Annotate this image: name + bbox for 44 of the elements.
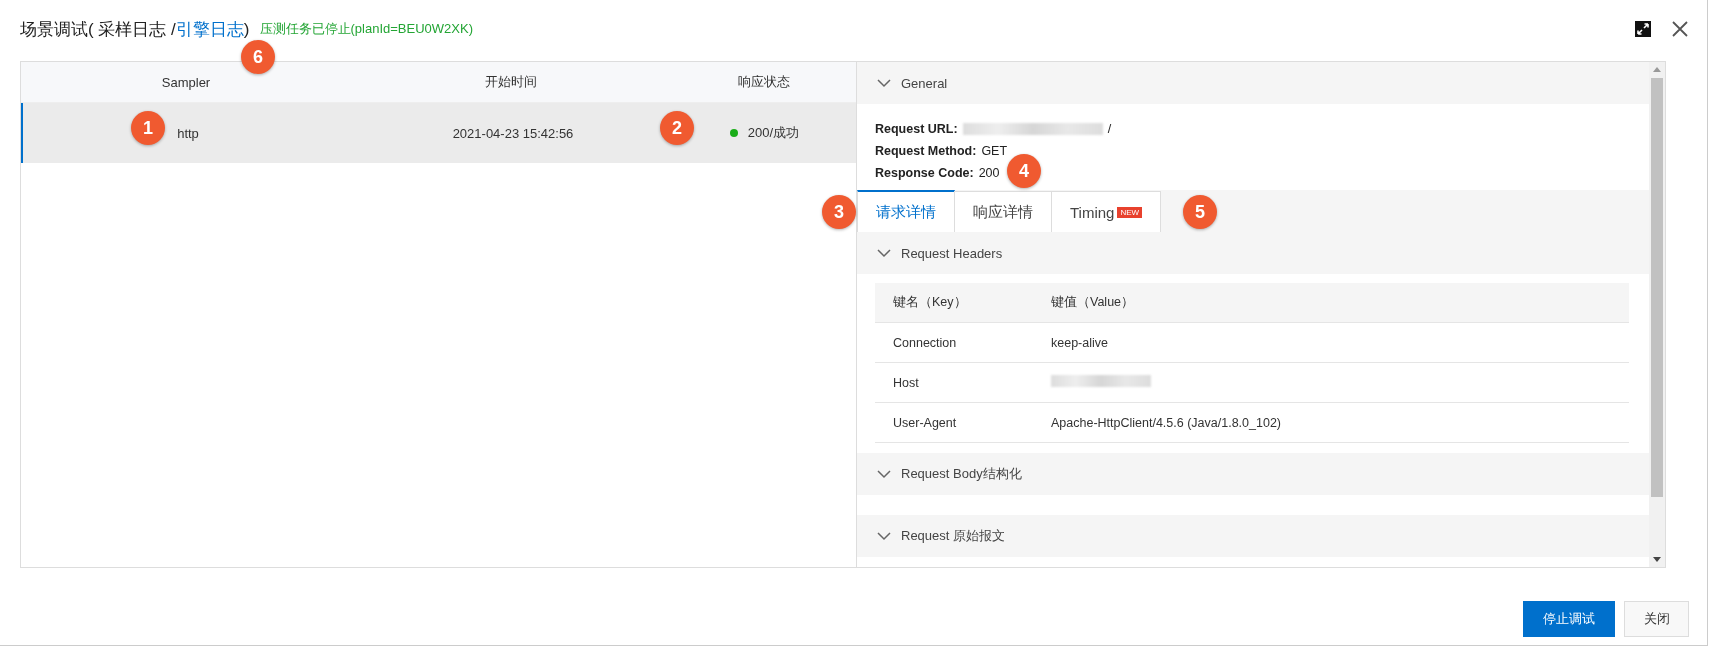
- scroll-down-icon[interactable]: [1652, 557, 1662, 563]
- column-header: 开始时间: [484, 73, 538, 91]
- task-status: 压测任务已停止(planId=BEU0W2XK): [259, 20, 473, 38]
- table-cell-text: User-Agent: [892, 415, 958, 430]
- field-value: /: [1107, 122, 1112, 136]
- field-value: 200: [978, 166, 1000, 180]
- section-title: Request 原始报文: [901, 527, 1006, 545]
- field-label: Request Method:: [875, 144, 977, 158]
- fullscreen-icon[interactable]: [1635, 21, 1651, 37]
- callout-number: 6: [241, 40, 275, 74]
- field-label: Request URL:: [875, 122, 958, 136]
- column-header: 键值（Value）: [1051, 294, 1136, 311]
- close-button[interactable]: 关闭: [1624, 601, 1689, 637]
- section-header[interactable]: General: [857, 62, 1649, 104]
- close-icon[interactable]: [1671, 20, 1689, 38]
- section-title: Request Headers: [901, 245, 1003, 261]
- table-cell: 2021-04-23 15:42:56: [452, 125, 574, 141]
- section-header[interactable]: Request Body结构化: [857, 453, 1649, 495]
- section-header[interactable]: Request Headers: [857, 232, 1649, 274]
- table-cell: http: [177, 125, 199, 141]
- dialog-title: 场景调试( 采样日志 /引擎日志): [20, 18, 250, 41]
- field-value: GET: [981, 144, 1008, 158]
- field-label: Response Code:: [875, 166, 974, 180]
- tab[interactable]: 响应详情: [954, 191, 1052, 232]
- status-text: 200/成功: [747, 124, 800, 142]
- stop-debug-button[interactable]: 停止调试: [1523, 601, 1615, 637]
- table-cell-text: keep-alive: [1051, 335, 1109, 350]
- tab[interactable]: 请求详情: [857, 190, 955, 232]
- tab[interactable]: Timing NEW: [1051, 191, 1162, 232]
- column-header: Sampler: [160, 74, 212, 90]
- table-cell-text: Host: [892, 375, 920, 390]
- table-cell-text: Connection: [892, 335, 958, 350]
- section-title: General: [901, 75, 948, 91]
- section-title: Request Body结构化: [901, 465, 1022, 483]
- new-badge: NEW: [1117, 206, 1143, 218]
- column-header: 响应状态: [736, 73, 791, 91]
- section-header[interactable]: Request 原始报文: [857, 515, 1649, 557]
- scrollbar-thumb[interactable]: [1651, 78, 1663, 497]
- column-header: 键名（Key）: [892, 294, 968, 311]
- callout-number: 4: [1007, 154, 1041, 188]
- callout-number: 3: [822, 195, 856, 229]
- scrollbar[interactable]: [1649, 62, 1665, 567]
- table-cell-text: Apache-HttpClient/4.5.6 (Java/1.8.0_102): [1051, 415, 1282, 430]
- engine-log-link[interactable]: 引擎日志: [175, 19, 244, 39]
